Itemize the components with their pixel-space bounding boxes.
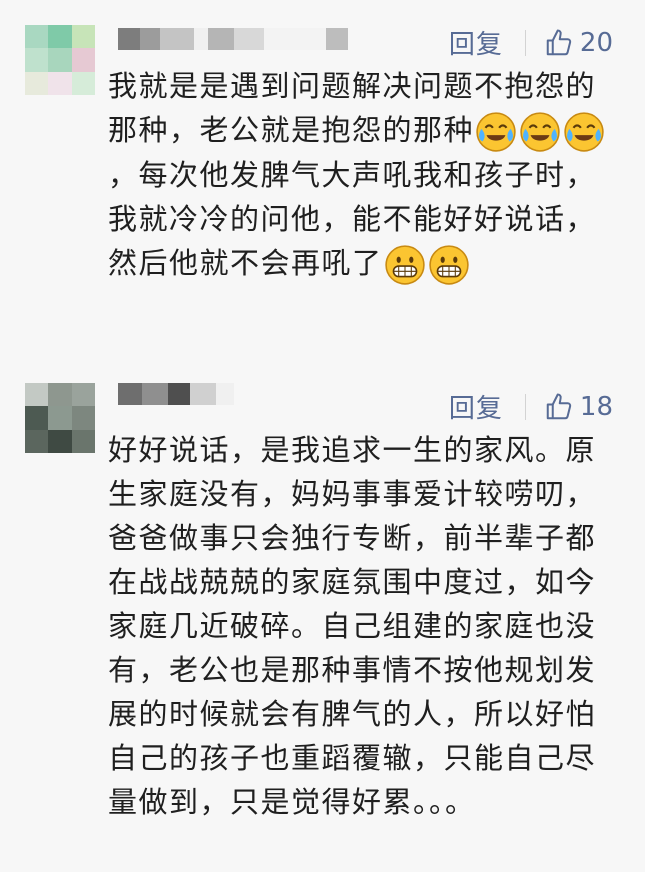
grinning-emoji (428, 245, 469, 285)
thumbs-up-icon (546, 29, 572, 55)
comment-actions: 回复 20 (449, 24, 613, 61)
reply-button[interactable]: 回复 (449, 24, 503, 61)
grinning-emoji (384, 245, 425, 285)
like-count: 20 (579, 27, 613, 58)
avatar[interactable] (25, 25, 95, 95)
crying-laughing-emoji (564, 112, 604, 152)
comment-text: 好好说话，是我追求一生的家风。原生家庭没有，妈妈事事爱计较唠叨，爸爸做事只会独行… (108, 433, 597, 819)
comment-actions: 回复 18 (449, 388, 613, 425)
divider (524, 393, 526, 420)
crying-laughing-emoji (476, 112, 516, 152)
comment-text: 我就是是遇到问题解决问题不抱怨的那种，老公就是抱怨的那种，每次他发脾气大声吼我和… (108, 64, 618, 286)
avatar[interactable] (25, 383, 95, 453)
nickname-blurred[interactable] (118, 383, 234, 405)
crying-laughing-emoji (520, 112, 560, 152)
like-count: 18 (579, 391, 613, 422)
comment-text-part: ，每次他发脾气大声吼我和孩子时，我就冷冷的问他，能不能好好说话，然后他就不会再吼… (108, 158, 597, 280)
divider (524, 29, 526, 56)
nickname-blurred[interactable] (118, 28, 348, 50)
like-button[interactable]: 20 (544, 28, 613, 58)
reply-button[interactable]: 回复 (449, 388, 503, 425)
like-button[interactable]: 18 (544, 392, 613, 422)
thumbs-up-icon (546, 393, 572, 419)
